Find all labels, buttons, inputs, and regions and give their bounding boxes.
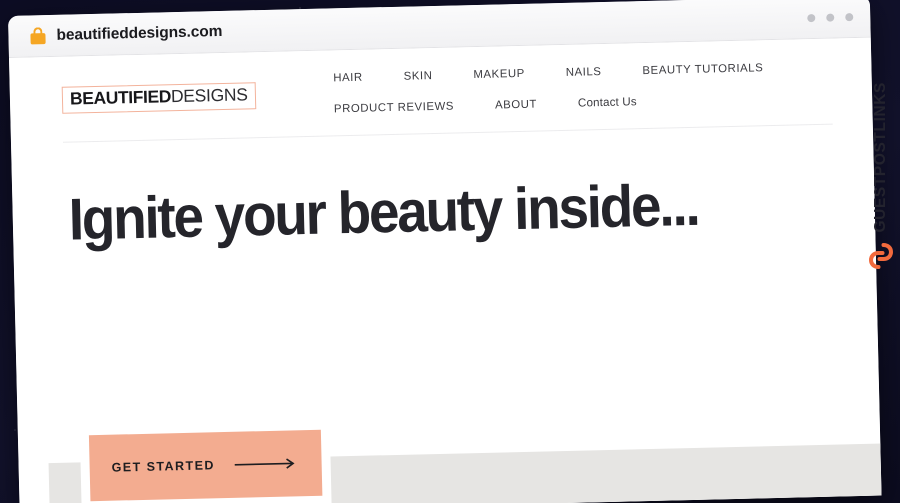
nav-item-skin[interactable]: SKIN [404, 70, 433, 83]
nav-item-contact-us[interactable]: Contact Us [578, 95, 637, 109]
window-dot-2[interactable] [826, 13, 835, 22]
chain-link-icon [868, 243, 894, 269]
window-dot-1[interactable] [807, 13, 816, 22]
lock-icon [30, 27, 46, 45]
cta-button-frame: GET STARTED [79, 420, 332, 503]
watermark-label: GUESTPOSTLINKS [872, 81, 889, 233]
nav-item-makeup[interactable]: MAKEUP [473, 68, 525, 81]
site-logo[interactable]: BEAUTIFIEDDESIGNS [61, 82, 256, 114]
nav-item-about[interactable]: ABOUT [495, 98, 537, 111]
logo-bold-text: BEAUTIFIED [69, 86, 172, 109]
get-started-label: GET STARTED [111, 458, 216, 475]
logo-light-text: DESIGNS [170, 84, 248, 107]
header-divider [62, 123, 833, 143]
arrow-right-icon [234, 458, 295, 469]
page-title: Ignite your beauty inside... [68, 171, 700, 253]
website-viewport: BEAUTIFIEDDESIGNS HAIR SKIN MAKEUP NAILS… [8, 37, 882, 503]
nav-item-hair[interactable]: HAIR [333, 72, 363, 85]
get-started-button[interactable]: GET STARTED [88, 429, 323, 502]
browser-window: beautifieddesigns.com BEAUTIFIEDDESIGNS … [8, 0, 882, 503]
header-row: BEAUTIFIEDDESIGNS HAIR SKIN MAKEUP NAILS… [61, 61, 824, 122]
guestpostlinks-watermark: GUESTPOSTLINKS [868, 26, 894, 271]
window-dot-3[interactable] [845, 12, 854, 21]
address-bar-url[interactable]: beautifieddesigns.com [56, 22, 222, 44]
nav-item-product-reviews[interactable]: PRODUCT REVIEWS [334, 100, 454, 115]
main-navigation: HAIR SKIN MAKEUP NAILS BEAUTY TUTORIALS … [333, 61, 824, 116]
nav-item-nails[interactable]: NAILS [566, 66, 602, 79]
nav-item-beauty-tutorials[interactable]: BEAUTY TUTORIALS [642, 62, 763, 77]
window-controls[interactable] [807, 12, 854, 22]
